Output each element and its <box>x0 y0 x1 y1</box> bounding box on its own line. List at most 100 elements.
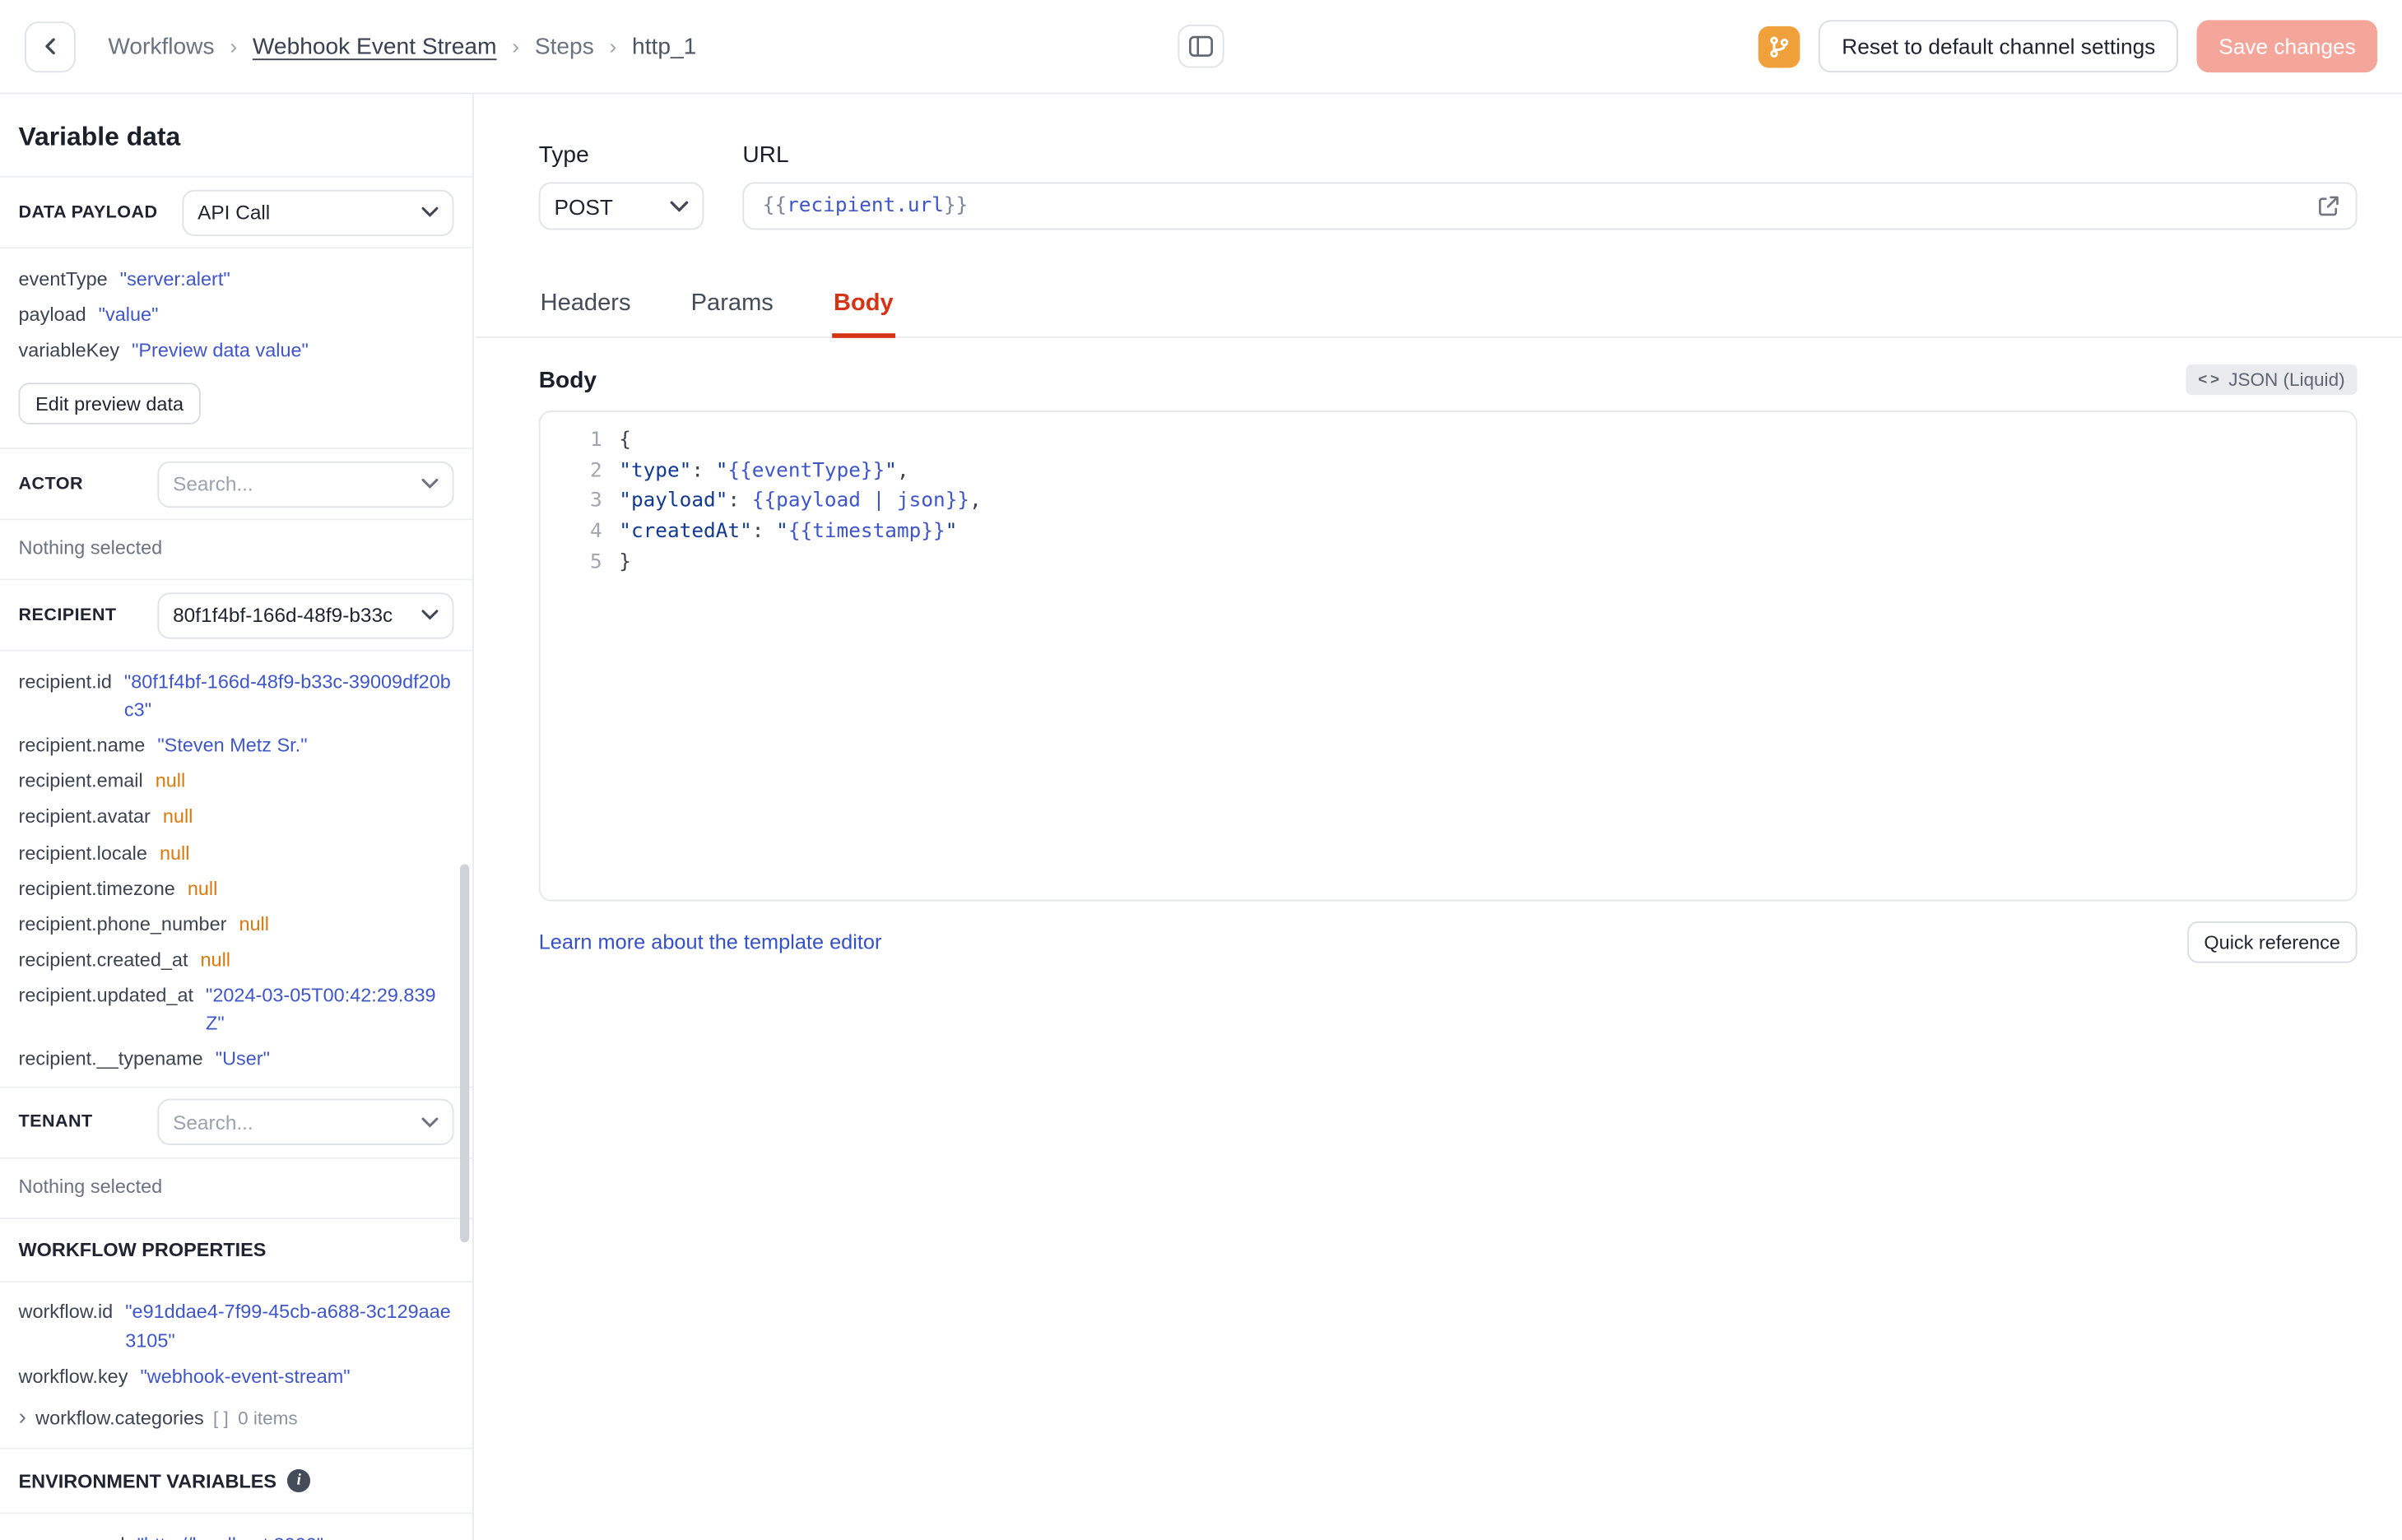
tab-params[interactable]: Params <box>690 281 775 337</box>
data-payload-select[interactable]: API Call <box>182 188 454 236</box>
kv-key: recipient.email <box>18 770 143 792</box>
kv-row: workflow.key "webhook-event-stream" <box>19 1358 454 1394</box>
tenant-search-select[interactable]: Search... <box>157 1099 454 1146</box>
code-lines: 1{2 "type": "{{eventType}}", 3 "payload": {… <box>541 426 2356 578</box>
code-line: 2 "type": "{{eventType}}", <box>541 457 2356 487</box>
url-value: {{recipient.url}} <box>762 194 969 218</box>
kv-row: recipient.id "80f1f4bf-166d-48f9-b33c-390… <box>19 664 454 727</box>
kv-value: null <box>239 913 269 935</box>
kv-row: recipient.created_at null <box>19 942 454 977</box>
environment-variables-title: ENVIRONMENT VARIABLES <box>18 1470 277 1492</box>
url-input[interactable]: {{recipient.url}} <box>742 182 2358 230</box>
info-icon[interactable]: i <box>287 1469 311 1493</box>
workflow-categories-row[interactable]: › workflow.categories [ ] 0 items <box>19 1403 454 1435</box>
actor-empty-state: Nothing selected <box>18 537 163 559</box>
kv-row: workflow.id "e91ddae4-7f99-45cb-a688-3c12… <box>19 1295 454 1358</box>
chevron-down-icon <box>421 610 439 621</box>
kv-key: payload <box>18 303 86 326</box>
environment-variables-entries: vars.app_url "http://localhost:3000"vars.… <box>19 1514 454 1540</box>
learn-more-link[interactable]: Learn more about the template editor <box>539 930 882 953</box>
tenant-search-placeholder: Search... <box>173 1111 253 1134</box>
topbar: Workflows › Webhook Event Stream › Steps › htt… <box>0 0 2402 95</box>
kv-value: null <box>162 805 193 828</box>
recipient-select[interactable]: 80f1f4bf-166d-48f9-b33c <box>157 592 454 639</box>
kv-row: variableKey "Preview data value" <box>19 332 454 368</box>
data-payload-section-header: DATA PAYLOAD API Call <box>19 178 454 247</box>
chevron-down-icon <box>421 479 439 489</box>
kv-value: "http://localhost:3000" <box>137 1530 324 1540</box>
chevron-down-icon <box>421 206 439 217</box>
kv-key: workflow.key <box>18 1365 128 1387</box>
recipient-selected-value: 80f1f4bf-166d-48f9-b33c <box>173 604 393 628</box>
branch-icon <box>1770 35 1789 58</box>
tenant-empty-state: Nothing selected <box>18 1176 163 1198</box>
kv-key: recipient.locale <box>18 842 147 864</box>
recipient-section-header: RECIPIENT 80f1f4bf-166d-48f9-b33c <box>19 581 454 650</box>
sidebar-scrollbar[interactable] <box>460 864 470 1243</box>
kv-row: recipient.avatar null <box>19 800 454 835</box>
kv-value: null <box>155 770 186 792</box>
editor-footer: Learn more about the template editor Qui… <box>539 921 2358 963</box>
tabs: Headers Params Body <box>475 281 2402 338</box>
reset-channel-settings-button[interactable]: Reset to default channel settings <box>1819 20 2179 73</box>
environment-variables-header: ENVIRONMENT VARIABLES i <box>19 1450 454 1513</box>
quick-reference-button[interactable]: Quick reference <box>2186 921 2358 963</box>
kv-value: "2024-03-05T00:42:29.839Z" <box>206 984 436 1035</box>
kv-key: recipient.id <box>18 670 112 693</box>
chevron-down-icon <box>421 1117 439 1128</box>
kv-row: recipient.phone_number null <box>19 907 454 942</box>
format-badge-label: JSON (Liquid) <box>2228 369 2345 391</box>
chevron-right-icon: › <box>18 1404 26 1431</box>
kv-key: workflow.id <box>18 1301 114 1324</box>
workflow-categories-bracket: [ ] <box>213 1408 229 1430</box>
variable-data-sidebar: Variable data DATA PAYLOAD API Call even… <box>0 94 474 1540</box>
kv-row: recipient.name "Steven Metz Sr." <box>19 728 454 763</box>
code-text: "payload": {{payload | json}}, <box>619 489 982 513</box>
tab-body[interactable]: Body <box>832 281 895 338</box>
chevron-down-icon <box>670 200 689 211</box>
data-payload-selected-value: API Call <box>197 200 271 225</box>
save-changes-button[interactable]: Save changes <box>2196 20 2377 73</box>
actor-search-placeholder: Search... <box>173 472 253 496</box>
breadcrumb-item[interactable]: Workflows <box>108 33 214 59</box>
tab-headers[interactable]: Headers <box>539 281 633 337</box>
workflow-categories-key: workflow.categories <box>35 1408 204 1430</box>
kv-row: recipient.updated_at "2024-03-05T00:42:29… <box>19 977 454 1041</box>
body-code-editor[interactable]: 1{2 "type": "{{eventType}}", 3 "payload": {… <box>538 411 2358 902</box>
data-payload-label: DATA PAYLOAD <box>18 202 158 222</box>
actor-label: ACTOR <box>18 475 83 494</box>
kv-row: vars.app_url "http://localhost:3000" <box>19 1527 454 1540</box>
kv-value: "Steven Metz Sr." <box>157 735 308 757</box>
type-label: Type <box>538 141 589 169</box>
kv-key: vars.app_url <box>19 1530 125 1540</box>
breadcrumb-item[interactable]: Webhook Event Stream <box>253 33 497 59</box>
sidebar-content: Variable data DATA PAYLOAD API Call even… <box>0 94 473 1540</box>
kv-value: null <box>200 949 231 971</box>
kv-value: "server:alert" <box>119 267 230 290</box>
back-button[interactable] <box>25 21 76 72</box>
topbar-actions: Reset to default channel settings Save c… <box>1758 20 2377 73</box>
kv-row: recipient.locale null <box>19 835 454 870</box>
method-select[interactable]: POST <box>538 182 704 230</box>
workflow-properties-entries: workflow.id "e91ddae4-7f99-45cb-a688-3c12… <box>19 1283 454 1403</box>
breadcrumb-item[interactable]: Steps <box>535 33 594 59</box>
kv-row: payload "value" <box>19 296 454 332</box>
external-link-icon[interactable] <box>2317 194 2340 217</box>
code-line: 4 "createdAt": "{{timestamp}}" <box>541 517 2356 548</box>
panel-toggle-button[interactable] <box>1178 25 1224 68</box>
code-line: 5} <box>541 548 2356 578</box>
url-label: URL <box>742 141 789 169</box>
code-text: "type": "{{eventType}}", <box>619 459 909 483</box>
kv-key: recipient.phone_number <box>18 913 227 935</box>
kv-value: "80f1f4bf-166d-48f9-b33c-39009df20bc3" <box>123 670 451 721</box>
kv-value: "webhook-event-stream" <box>140 1365 351 1387</box>
sidebar-layout-icon <box>1189 35 1213 57</box>
commit-status-icon[interactable] <box>1758 25 1800 67</box>
edit-preview-data-button[interactable]: Edit preview data <box>18 383 201 425</box>
kv-row: recipient.__typename "User" <box>19 1041 454 1077</box>
kv-key: recipient.created_at <box>18 949 188 971</box>
data-payload-entries: eventType "server:alert" payload "value" var… <box>19 248 454 377</box>
breadcrumb-separator: › <box>609 34 617 59</box>
line-number: 2 <box>589 459 602 483</box>
actor-search-select[interactable]: Search... <box>157 461 454 508</box>
